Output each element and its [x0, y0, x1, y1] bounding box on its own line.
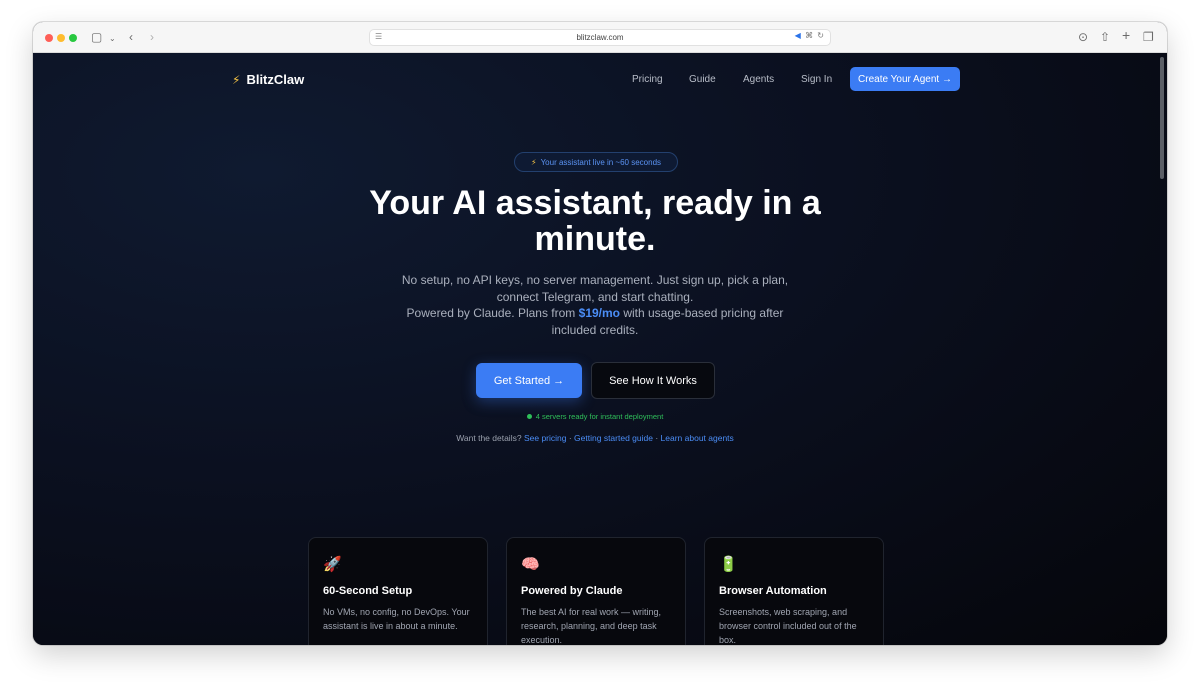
page-scrollbar[interactable] [1160, 57, 1164, 179]
see-how-it-works-button[interactable]: See How It Works [591, 362, 715, 399]
reload-icon[interactable]: ↻ [817, 31, 825, 40]
plan-price: $19/mo [578, 306, 620, 320]
nav-link-agents[interactable]: Agents [743, 74, 774, 85]
see-pricing-link[interactable]: See pricing [524, 433, 567, 443]
translate-icon[interactable]: ⌘ [805, 31, 814, 40]
hero-title: Your AI assistant, ready in a minute. [369, 184, 821, 258]
hero-subtitle-pre: Powered by Claude. Plans from [406, 306, 579, 320]
learn-about-agents-link[interactable]: Learn about agents [661, 433, 734, 443]
minimize-window-button[interactable] [57, 34, 65, 42]
details-prefix: Want the details? [456, 433, 522, 443]
feature-card: 🧠 Powered by Claude The best AI for real… [506, 537, 686, 645]
tab-overview-icon[interactable]: ❐ [1143, 30, 1154, 44]
back-arrow-icon[interactable]: ‹ [129, 30, 133, 44]
close-window-button[interactable] [45, 34, 53, 42]
feature-card: 🔋 Browser Automation Screenshots, web sc… [704, 537, 884, 645]
feature-card: 🚀 60-Second Setup No VMs, no config, no … [308, 537, 488, 645]
brain-icon: 🧠 [521, 556, 540, 573]
feature-description: The best AI for real work — writing, res… [521, 607, 662, 645]
nav-link-guide[interactable]: Guide [689, 74, 716, 85]
battery-icon: 🔋 [719, 556, 738, 573]
forward-arrow-icon[interactable]: › [150, 30, 154, 44]
share-icon[interactable]: ⇧ [1100, 30, 1110, 44]
lightning-bolt-icon: ⚡ [232, 72, 241, 87]
hero-badge: ⚡ Your assistant live in ~60 seconds [514, 152, 678, 172]
sidebar-toggle-icon[interactable]: ▢ [91, 30, 102, 44]
status-dot-icon [526, 414, 532, 419]
details-links: Want the details? See pricing · Getting … [363, 433, 827, 443]
hero-subtitle-line2: Powered by Claude. Plans from $19/mo wit… [395, 305, 795, 338]
server-status: 4 servers ready for instant deployment [433, 412, 757, 421]
nav-link-sign-in[interactable]: Sign In [801, 74, 832, 85]
lightning-bolt-icon: ⚡ [530, 157, 537, 167]
feature-title: Powered by Claude [521, 585, 623, 597]
feature-description: Screenshots, web scraping, and browser c… [719, 607, 857, 645]
nav-link-pricing[interactable]: Pricing [632, 74, 663, 85]
browser-toolbar: ▢ ⌄ ‹ › ☰ blitzclaw.com ◀ ⌘ ↻ ⊙ ⇧ + ❐ [33, 22, 1167, 53]
chevron-down-icon[interactable]: ⌄ [109, 32, 116, 46]
separator: · [652, 433, 661, 443]
brand-logo[interactable]: ⚡ BlitzClaw [232, 72, 304, 87]
url-text: blitzclaw.com [576, 33, 624, 42]
get-started-button[interactable]: Get Started → [476, 363, 582, 398]
browser-window: ▢ ⌄ ‹ › ☰ blitzclaw.com ◀ ⌘ ↻ ⊙ ⇧ + ❐ ⚡ … [33, 22, 1167, 645]
brand-name: BlitzClaw [246, 72, 305, 87]
feature-title: 60-Second Setup [323, 585, 413, 597]
hero-subtitle-line1: No setup, no API keys, no server managem… [401, 273, 789, 304]
address-bar[interactable]: ☰ blitzclaw.com ◀ ⌘ ↻ [369, 29, 831, 46]
rocket-icon: 🚀 [323, 556, 342, 573]
speaker-icon[interactable]: ◀ [795, 31, 802, 40]
server-status-text: 4 servers ready for instant deployment [535, 412, 664, 421]
feature-description: No VMs, no config, no DevOps. Your assis… [323, 607, 470, 631]
hero-subtitle: No setup, no API keys, no server managem… [395, 272, 795, 338]
separator: · [566, 433, 575, 443]
feature-title: Browser Automation [719, 585, 827, 597]
downloads-icon[interactable]: ⊙ [1078, 30, 1088, 44]
url-actions: ◀ ⌘ ↻ [795, 31, 825, 40]
hero-badge-text: Your assistant live in ~60 seconds [540, 157, 662, 167]
getting-started-guide-link[interactable]: Getting started guide [574, 433, 653, 443]
create-agent-button[interactable]: Create Your Agent → [850, 67, 960, 91]
zoom-window-button[interactable] [69, 34, 77, 42]
new-tab-icon[interactable]: + [1122, 28, 1130, 42]
web-page: ⚡ BlitzClaw Pricing Guide Agents Sign In… [33, 53, 1167, 645]
